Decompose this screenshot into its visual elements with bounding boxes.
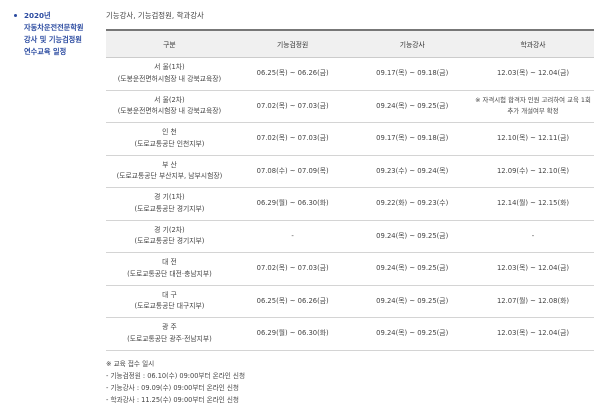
branch-name: 경 기(1차) bbox=[154, 193, 185, 202]
skill-date: 09.24(목) ~ 09.25(금) bbox=[352, 317, 472, 351]
col-header-academic-instructor: 학과강사 bbox=[471, 29, 594, 58]
inspector-date: 06.25(목) ~ 06.26(금) bbox=[232, 57, 353, 91]
inspector-date: 07.08(수) ~ 07.09(목) bbox=[232, 155, 353, 188]
branch-name: 부 산 bbox=[162, 160, 177, 169]
skill-date: 09.24(목) ~ 09.25(금) bbox=[352, 285, 472, 318]
branch-cell: 광 주 (도로교통공단 광주·전남지부) bbox=[106, 317, 233, 351]
table-row: 부 산 (도로교통공단 부산지부, 남부시험장) 07.08(수) ~ 07.0… bbox=[106, 155, 594, 188]
table-row: 광 주 (도로교통공단 광주·전남지부) 06.29(월) ~ 06.30(화)… bbox=[106, 317, 594, 351]
main-content: 기능강사, 기능검정원, 학과강사 구분 기능검정원 기능강사 학과강사 서 울… bbox=[106, 10, 594, 406]
col-header-inspector: 기능검정원 bbox=[232, 29, 353, 58]
sidebar-menu: 2020년 자동차운전전문학원 강사 및 기능검정원 연수교육 일정 bbox=[0, 10, 98, 58]
academic-date: 12.03(목) ~ 12.04(금) bbox=[471, 317, 594, 351]
registration-notes: ※ 교육 접수 일시 - 기능검정원 : 06.10(수) 09:00부터 온라… bbox=[106, 358, 594, 406]
branch-cell: 경 기(2차) (도로교통공단 경기지부) bbox=[106, 220, 233, 253]
skill-date: 09.24(목) ~ 09.25(금) bbox=[352, 220, 472, 253]
academic-date: 12.09(수) ~ 12.10(목) bbox=[471, 155, 594, 188]
branch-name: 대 구 bbox=[162, 290, 177, 299]
sidebar-line: 2020년 bbox=[24, 11, 51, 20]
table-row: 서 울(1차) (도봉운전면허시험장 내 강북교육장) 06.25(목) ~ 0… bbox=[106, 57, 594, 91]
schedule-table: 구분 기능검정원 기능강사 학과강사 서 울(1차) (도봉운전면허시험장 내 … bbox=[106, 29, 594, 351]
notes-title: ※ 교육 접수 일시 bbox=[106, 359, 155, 368]
page-subtitle: 기능강사, 기능검정원, 학과강사 bbox=[106, 11, 204, 20]
table-row: 경 기(2차) (도로교통공단 경기지부) - 09.24(목) ~ 09.25… bbox=[106, 220, 594, 253]
bullet-icon bbox=[14, 14, 17, 17]
academic-date: 12.14(월) ~ 12.15(화) bbox=[471, 187, 594, 221]
branch-cell: 서 울(2차) (도봉운전면허시험장 내 강북교육장) bbox=[106, 90, 233, 123]
branch-place: (도로교통공단 경기지부) bbox=[134, 204, 205, 213]
branch-place: (도로교통공단 광주·전남지부) bbox=[127, 334, 212, 343]
inspector-date: 06.29(월) ~ 06.30(화) bbox=[232, 317, 353, 351]
skill-date: 09.17(목) ~ 09.18(금) bbox=[352, 122, 472, 156]
inspector-date: 07.02(목) ~ 07.03(금) bbox=[232, 122, 353, 156]
branch-name: 경 기(2차) bbox=[154, 225, 185, 234]
branch-name: 인 천 bbox=[162, 128, 177, 137]
branch-cell: 인 천 (도로교통공단 인천지부) bbox=[106, 122, 233, 156]
table-row: 경 기(1차) (도로교통공단 경기지부) 06.29(월) ~ 06.30(화… bbox=[106, 187, 594, 221]
skill-date: 09.24(목) ~ 09.25(금) bbox=[352, 90, 472, 123]
branch-name: 대 전 bbox=[162, 258, 177, 267]
skill-date: 09.23(수) ~ 09.24(목) bbox=[352, 155, 472, 188]
branch-place: (도로교통공단 대구지부) bbox=[134, 302, 205, 311]
sidebar-line: 연수교육 일정 bbox=[24, 47, 67, 56]
col-header-skill-instructor: 기능강사 bbox=[352, 29, 472, 58]
table-row: 대 전 (도로교통공단 대전·충남지부) 07.02(목) ~ 07.03(금)… bbox=[106, 252, 594, 286]
skill-date: 09.24(목) ~ 09.25(금) bbox=[352, 252, 472, 286]
academic-date: 12.03(목) ~ 12.04(금) bbox=[471, 57, 594, 91]
branch-cell: 서 울(1차) (도봉운전면허시험장 내 강북교육장) bbox=[106, 57, 233, 91]
sidebar-line: 강사 및 기능검정원 bbox=[24, 35, 82, 44]
table-row: 대 구 (도로교통공단 대구지부) 06.25(목) ~ 06.26(금) 09… bbox=[106, 285, 594, 318]
inspector-date: - bbox=[232, 220, 353, 253]
branch-cell: 경 기(1차) (도로교통공단 경기지부) bbox=[106, 187, 233, 221]
academic-date: - bbox=[471, 220, 594, 253]
skill-date: 09.22(화) ~ 09.23(수) bbox=[352, 187, 472, 221]
branch-place: (도로교통공단 대전·충남지부) bbox=[127, 269, 212, 278]
inspector-date: 06.25(목) ~ 06.26(금) bbox=[232, 285, 353, 318]
branch-place: (도로교통공단 부산지부, 남부시험장) bbox=[116, 172, 223, 181]
table-header-row: 구분 기능검정원 기능강사 학과강사 bbox=[106, 29, 594, 58]
branch-name: 서 울(1차) bbox=[154, 63, 185, 72]
note-item: - 학과강사 : 11.25(수) 09:00부터 온라인 신청 bbox=[106, 395, 239, 404]
branch-cell: 부 산 (도로교통공단 부산지부, 남부시험장) bbox=[106, 155, 233, 188]
branch-cell: 대 전 (도로교통공단 대전·충남지부) bbox=[106, 252, 233, 286]
note-item: - 기능검정원 : 06.10(수) 09:00부터 온라인 신청 bbox=[106, 371, 246, 380]
inspector-date: 06.29(월) ~ 06.30(화) bbox=[232, 187, 353, 221]
inspector-date: 07.02(목) ~ 07.03(금) bbox=[232, 252, 353, 286]
note-item: - 기능강사 : 09.09(수) 09:00부터 온라인 신청 bbox=[106, 383, 239, 392]
branch-place: (도봉운전면허시험장 내 강북교육장) bbox=[117, 107, 222, 116]
inspector-date: 07.02(목) ~ 07.03(금) bbox=[232, 90, 353, 123]
branch-name: 서 울(2차) bbox=[154, 95, 185, 104]
academic-date: 12.07(월) ~ 12.08(화) bbox=[471, 285, 594, 318]
sidebar-link-schedule[interactable]: 2020년 자동차운전전문학원 강사 및 기능검정원 연수교육 일정 bbox=[0, 10, 98, 58]
branch-name: 광 주 bbox=[162, 323, 177, 332]
branch-place: (도로교통공단 인천지부) bbox=[134, 139, 205, 148]
branch-place: (도로교통공단 경기지부) bbox=[134, 237, 205, 246]
table-row: 서 울(2차) (도봉운전면허시험장 내 강북교육장) 07.02(목) ~ 0… bbox=[106, 90, 594, 123]
branch-place: (도봉운전면허시험장 내 강북교육장) bbox=[117, 74, 222, 83]
academic-note: ※ 자격시험 합격자 인원 고려하여 교육 1회 추가 개설여부 확정 bbox=[471, 90, 594, 123]
branch-cell: 대 구 (도로교통공단 대구지부) bbox=[106, 285, 233, 318]
table-row: 인 천 (도로교통공단 인천지부) 07.02(목) ~ 07.03(금) 09… bbox=[106, 122, 594, 156]
academic-date: 12.03(목) ~ 12.04(금) bbox=[471, 252, 594, 286]
academic-date: 12.10(목) ~ 12.11(금) bbox=[471, 122, 594, 156]
col-header-branch: 구분 bbox=[106, 29, 233, 58]
skill-date: 09.17(목) ~ 09.18(금) bbox=[352, 57, 472, 91]
sidebar-line: 자동차운전전문학원 bbox=[24, 23, 84, 32]
